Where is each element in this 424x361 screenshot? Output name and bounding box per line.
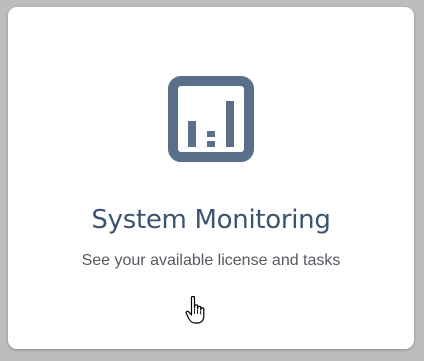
bar-chart-icon xyxy=(168,76,254,162)
hand-pointer-icon xyxy=(185,295,207,325)
card-description: See your available license and tasks xyxy=(81,252,341,269)
card-title: System Monitoring xyxy=(91,205,331,235)
system-monitoring-card[interactable]: System Monitoring See your available lic… xyxy=(8,7,414,349)
